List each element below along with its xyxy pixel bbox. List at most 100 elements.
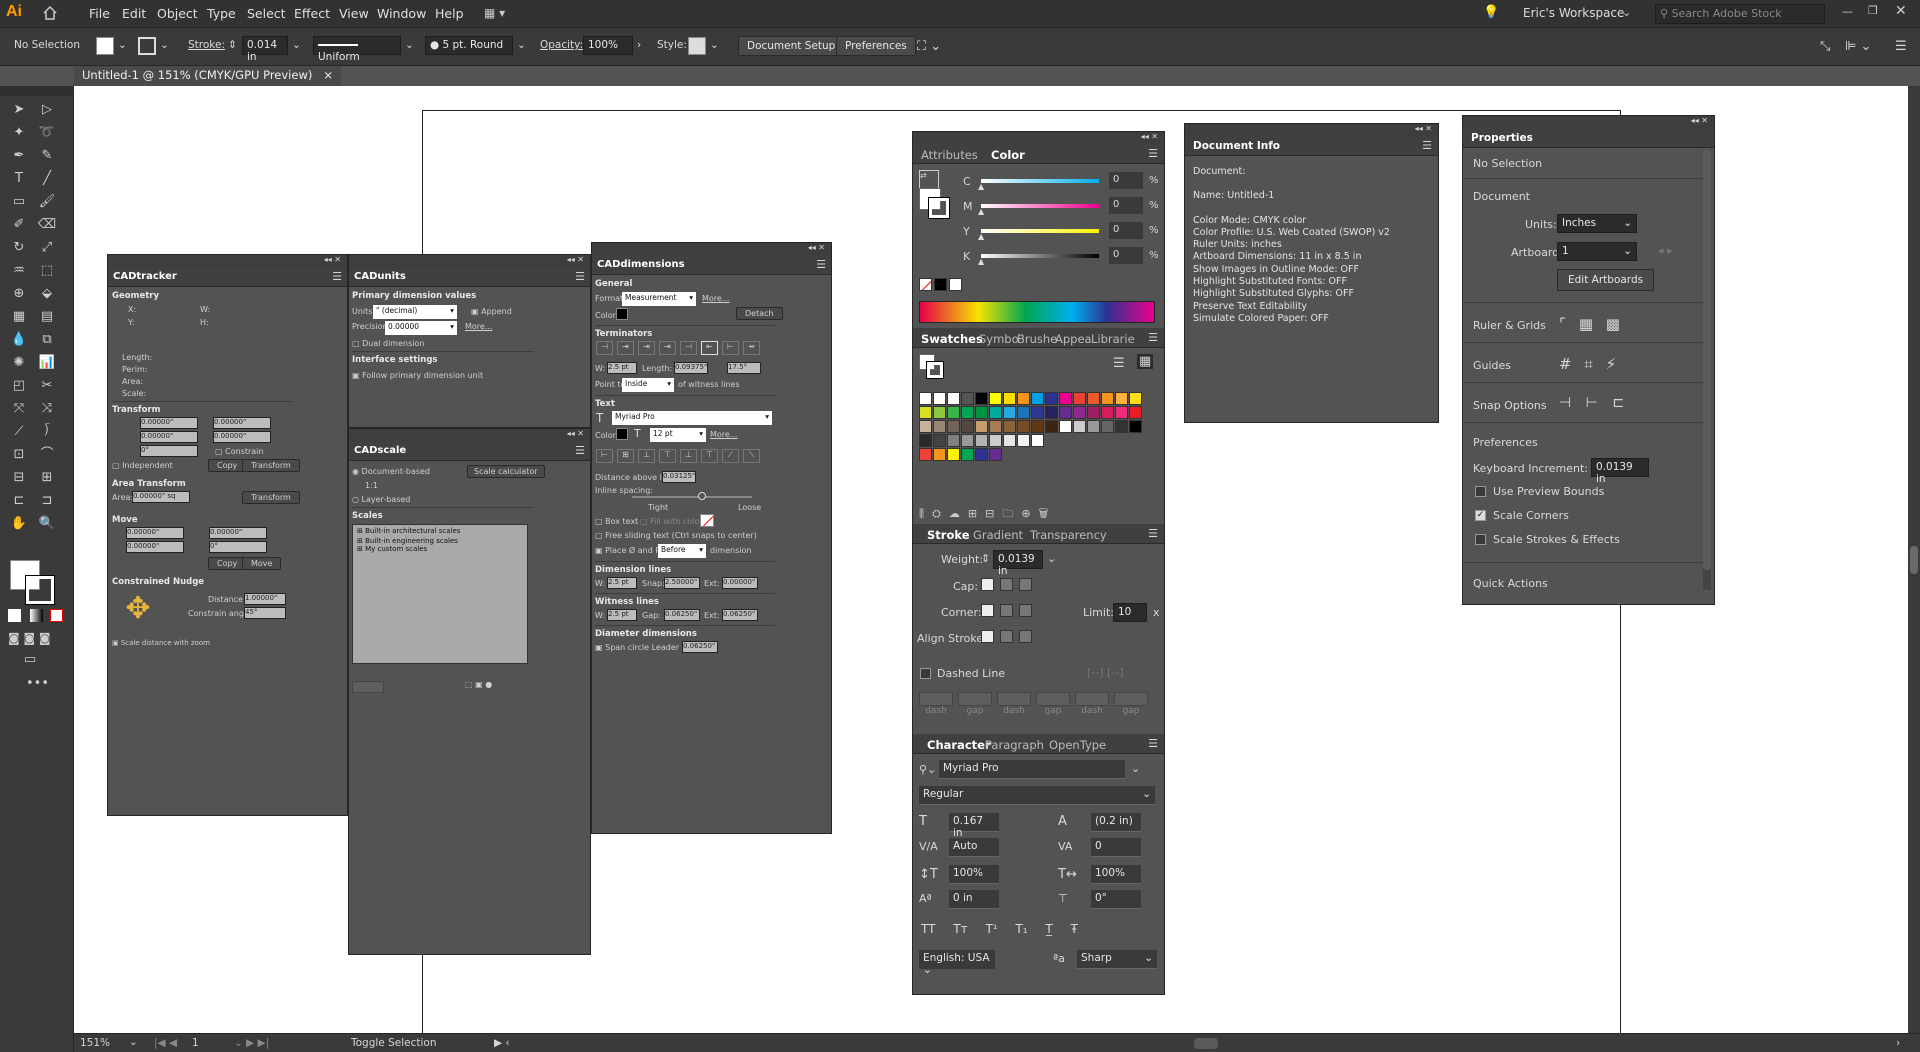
all-caps-icon[interactable]: TT bbox=[921, 922, 935, 936]
align-options-icon[interactable]: ⛶ ⌄ bbox=[917, 39, 941, 54]
color-swatch[interactable] bbox=[1017, 434, 1030, 447]
more-link[interactable]: More... bbox=[702, 294, 729, 303]
transform-button[interactable]: Transform bbox=[242, 459, 300, 472]
format-select[interactable]: Measurement ▾ bbox=[622, 292, 696, 306]
cad-tool-1-icon[interactable]: ⤧ bbox=[8, 399, 30, 419]
color-swatch[interactable] bbox=[919, 420, 932, 433]
panel-menu-icon[interactable]: ☰ bbox=[1148, 527, 1158, 540]
status-menu-icon[interactable]: ▶ ‹ bbox=[494, 1037, 510, 1049]
terminator-style-icon[interactable]: ⇤ bbox=[701, 341, 718, 355]
terminator-style-icon[interactable]: ⇥ bbox=[638, 341, 655, 355]
delete-swatch-icon[interactable]: 🗑 bbox=[1039, 507, 1057, 520]
text-align-icon[interactable]: ⊤ bbox=[659, 449, 676, 463]
tab-brushes[interactable]: Brushe bbox=[1017, 332, 1057, 346]
terminator-style-icon[interactable]: ⊣ bbox=[680, 341, 697, 355]
color-group-icon[interactable]: ⊟ bbox=[985, 507, 1002, 520]
snap-to-point-icon[interactable]: ⊣ bbox=[1559, 395, 1571, 411]
document-tab[interactable]: Untitled-1 @ 151% (CMYK/GPU Preview) × bbox=[74, 66, 341, 86]
append-checkbox[interactable]: ▣ Append bbox=[471, 307, 512, 316]
zoom-level[interactable]: 151% bbox=[80, 1037, 110, 1049]
direct-selection-tool-icon[interactable]: ▷ bbox=[36, 100, 58, 120]
color-swatch[interactable] bbox=[1017, 392, 1030, 405]
menu-type[interactable]: Type bbox=[207, 6, 236, 21]
color-swatch[interactable] bbox=[1101, 392, 1114, 405]
terminator-style-icon[interactable]: ⇥ bbox=[617, 341, 634, 355]
color-swatch[interactable] bbox=[933, 420, 946, 433]
align-center-icon[interactable] bbox=[981, 630, 994, 643]
home-icon[interactable] bbox=[42, 5, 58, 21]
chevron-down-icon[interactable]: ⌄ bbox=[1131, 762, 1140, 775]
scale-apply-button[interactable] bbox=[352, 681, 384, 693]
preferences-button[interactable]: Preferences bbox=[836, 36, 916, 56]
new-group-icon[interactable]: 🗀 bbox=[1002, 507, 1021, 520]
color-swatch[interactable] bbox=[989, 434, 1002, 447]
caddimensions-tab[interactable]: CADdimensions bbox=[597, 259, 685, 270]
terminator-length-field[interactable]: 0.09375" bbox=[674, 362, 708, 374]
swatch-options-icon[interactable]: ⊞ bbox=[968, 507, 985, 520]
dual-checkbox[interactable]: ▢ Dual dimension bbox=[352, 339, 424, 348]
chevron-down-icon[interactable]: ⌄ bbox=[710, 39, 719, 51]
precision-select[interactable]: 0.00000 ▾ bbox=[385, 321, 457, 335]
collapse-close-icon[interactable]: ◂◂ ✕ bbox=[1691, 116, 1708, 125]
draw-mode-icon[interactable]: ◙ ◙ ◙ bbox=[8, 631, 51, 645]
dimline-width-field[interactable]: 2.5 pt bbox=[607, 577, 637, 589]
channel-slider[interactable] bbox=[981, 229, 1099, 233]
show-kinds-icon[interactable]: ⛭ bbox=[932, 507, 949, 520]
color-swatch[interactable] bbox=[1045, 392, 1058, 405]
chevron-down-icon[interactable]: ⌄ bbox=[517, 39, 526, 51]
line-tool-icon[interactable]: ╱ bbox=[36, 169, 58, 189]
color-swatch[interactable] bbox=[961, 406, 974, 419]
blend-tool-icon[interactable]: ⧉ bbox=[36, 330, 58, 350]
dash-gap-field[interactable]: dash bbox=[997, 692, 1031, 716]
lasso-tool-icon[interactable]: ➰ bbox=[36, 123, 58, 143]
first-artboard-icon[interactable]: |◀ ◀ bbox=[154, 1037, 177, 1049]
keyboard-increment-input[interactable]: 0.0139 in bbox=[1591, 458, 1649, 485]
color-swatch[interactable] bbox=[989, 420, 1002, 433]
color-swatch[interactable] bbox=[975, 392, 988, 405]
scale-tool-icon[interactable]: ⤢ bbox=[36, 238, 58, 258]
vertical-scrollbar[interactable] bbox=[1908, 86, 1920, 1033]
color-swatch[interactable] bbox=[1045, 406, 1058, 419]
dim-font-select[interactable]: Myriad Pro ▾ bbox=[612, 411, 772, 425]
transform-y-field[interactable]: 0.00000" bbox=[140, 431, 198, 443]
slider-thumb-icon[interactable]: ▲ bbox=[978, 207, 984, 216]
channel-value[interactable]: 0 bbox=[1109, 222, 1143, 239]
artboard-tool-icon[interactable]: ◰ bbox=[8, 376, 30, 396]
cad-tool-4-icon[interactable]: ⟌ bbox=[36, 422, 58, 442]
subscript-icon[interactable]: T₁ bbox=[1015, 922, 1027, 936]
lightbulb-icon[interactable]: 💡 bbox=[1483, 5, 1499, 20]
terminator-width-field[interactable]: 2.5 pt bbox=[607, 362, 637, 374]
independent-checkbox[interactable]: ▢ Independent bbox=[112, 461, 173, 470]
tab-transparency[interactable]: Transparency bbox=[1030, 528, 1107, 542]
type-tool-icon[interactable]: T bbox=[8, 169, 30, 189]
menu-view[interactable]: View bbox=[339, 6, 369, 21]
cad-tool-10-icon[interactable]: ⊐ bbox=[36, 491, 58, 511]
color-swatch[interactable] bbox=[919, 406, 932, 419]
scale-zoom-checkbox[interactable]: ▣ Scale distance with zoom bbox=[112, 639, 210, 647]
transform-copy-button[interactable]: Copy bbox=[208, 459, 247, 472]
stepper-icon[interactable]: ⇕ bbox=[228, 39, 237, 51]
opacity-label[interactable]: Opacity: bbox=[540, 39, 583, 51]
menu-select[interactable]: Select bbox=[247, 6, 286, 21]
transform-angle-field[interactable]: 0° bbox=[140, 445, 198, 457]
stroke-weight-input[interactable]: 0.0139 in bbox=[993, 550, 1043, 577]
leading-input[interactable]: (0.2 in) bbox=[1091, 813, 1141, 832]
tab-opentype[interactable]: OpenType bbox=[1049, 738, 1106, 752]
tab-libraries[interactable]: Librarie bbox=[1091, 332, 1135, 346]
workspace-switcher[interactable]: Eric's Workspace bbox=[1523, 6, 1624, 20]
close-icon[interactable]: ✕ bbox=[1895, 3, 1907, 19]
properties-tab[interactable]: Properties bbox=[1471, 132, 1533, 144]
cad-tool-2-icon[interactable]: ⤨ bbox=[36, 399, 58, 419]
slice-tool-icon[interactable]: ✂ bbox=[36, 376, 58, 396]
minimize-icon[interactable]: — bbox=[1842, 5, 1853, 18]
move-button[interactable]: Move bbox=[242, 557, 282, 570]
color-swatch[interactable] bbox=[947, 420, 960, 433]
color-swatch[interactable] bbox=[947, 392, 960, 405]
panel-menu-icon[interactable]: ☰ bbox=[1148, 331, 1158, 344]
color-swatch[interactable] bbox=[1115, 420, 1128, 433]
shaper-tool-icon[interactable]: ✐ bbox=[8, 215, 30, 235]
horizontal-scale-input[interactable]: 100% bbox=[1091, 865, 1141, 884]
search-stock-input[interactable]: ⚲ Search Adobe Stock bbox=[1655, 4, 1825, 24]
scale-list-actions-icon[interactable]: ⬚ ▣ ● bbox=[465, 680, 492, 689]
color-swatch[interactable] bbox=[989, 406, 1002, 419]
